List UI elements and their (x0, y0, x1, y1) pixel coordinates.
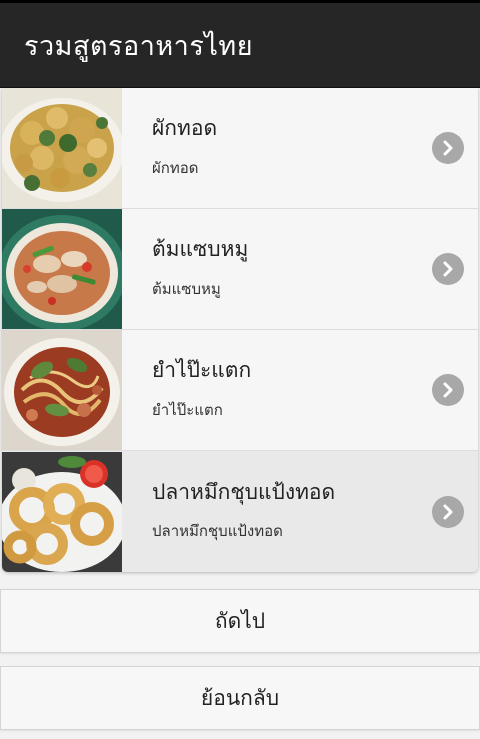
next-button[interactable]: ถัดไป (0, 589, 480, 653)
list-item[interactable]: ผักทอด ผักทอด (2, 88, 478, 209)
item-subtitle: ปลาหมึกชุบแป้งทอด (152, 522, 283, 541)
item-title: ต้มแซบหมู (152, 237, 249, 262)
spicy-pork-soup-photo (2, 209, 122, 329)
fried-vegetables-photo (2, 88, 122, 208)
list-item[interactable]: ปลาหมึกชุบแป้งทอด ปลาหมึกชุบแป้งทอด (2, 451, 478, 572)
chevron-right-icon (432, 495, 464, 528)
chevron-right-icon (432, 374, 464, 406)
chevron-right-icon (432, 132, 464, 164)
item-subtitle: ยำไป๊ะแตก (152, 400, 223, 419)
list-item[interactable]: ยำไป๊ะแตก ยำไป๊ะแตก (2, 330, 478, 451)
back-button[interactable]: ย้อนกลับ (0, 666, 480, 730)
item-title: ผักทอด (152, 116, 218, 141)
page-title: รวมสูตรอาหารไทย (24, 30, 254, 62)
fried-squid-photo (2, 451, 122, 572)
list-item[interactable]: ต้มแซบหมู ต้มแซบหมู (2, 209, 478, 330)
recipe-list: ผักทอด ผักทอด ต้มแซบหมู ต้มแซบหมู ยำไป๊ะ… (2, 88, 478, 572)
item-title: ยำไป๊ะแตก (152, 358, 252, 383)
item-subtitle: ผักทอด (152, 158, 199, 177)
item-title: ปลาหมึกชุบแป้งทอด (152, 479, 336, 504)
app-header: รวมสูตรอาหารไทย (0, 3, 480, 88)
item-subtitle: ต้มแซบหมู (152, 279, 221, 298)
seafood-salad-photo (2, 330, 122, 450)
chevron-right-icon (432, 253, 464, 285)
